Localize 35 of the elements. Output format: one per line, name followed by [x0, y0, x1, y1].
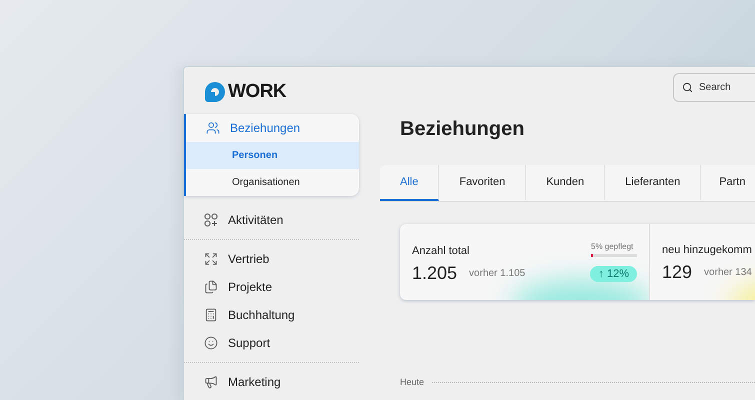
smiley-icon: [204, 336, 218, 350]
stat-title: neu hinzugekomm: [662, 244, 752, 256]
search-field[interactable]: Search: [673, 73, 755, 102]
stat-value: 1.205: [412, 263, 458, 284]
tab[interactable]: Kunden: [526, 165, 606, 201]
calculator-icon: [204, 308, 218, 322]
sidebar-item[interactable]: Projekte: [184, 273, 359, 301]
sidebar-item[interactable]: Aktivitäten: [184, 206, 359, 234]
previous-value: vorher 134: [704, 267, 752, 278]
sidebar-item[interactable]: Buchhaltung: [184, 301, 359, 329]
sidebar-item[interactable]: Marketing: [184, 368, 359, 396]
logo-icon: [204, 80, 226, 102]
tab[interactable]: Partn: [701, 165, 755, 201]
stat-value: 129: [662, 262, 692, 283]
page-title: Beziehungen: [400, 118, 526, 141]
documents-icon: [204, 280, 218, 294]
sidebar-subitem[interactable]: Personen: [186, 142, 359, 169]
sidebar-item[interactable]: Support: [184, 329, 359, 357]
people-icon: [206, 121, 220, 135]
tab[interactable]: Favoriten: [439, 165, 526, 201]
search-icon: [682, 82, 693, 93]
tab[interactable]: Alle: [380, 165, 440, 201]
timeline-label: Heute: [400, 377, 424, 387]
sidebar-item[interactable]: Vertrieb: [184, 245, 359, 273]
sidebar-item[interactable]: Beziehungen: [186, 114, 359, 142]
stat-title: Anzahl total: [412, 244, 470, 256]
sidebar-subitem[interactable]: Organisationen: [186, 169, 359, 196]
tab[interactable]: Lieferanten: [605, 165, 702, 201]
megaphone-icon: [204, 375, 218, 389]
logo-text: WORK: [228, 80, 286, 102]
meter-label: 5% gepflegt: [591, 242, 634, 251]
shapes-icon: [204, 213, 218, 227]
expand-arrows-icon: [204, 252, 218, 266]
previous-value: vorher 1.105: [469, 268, 526, 279]
change-badge: ↑ 12%: [590, 266, 637, 282]
